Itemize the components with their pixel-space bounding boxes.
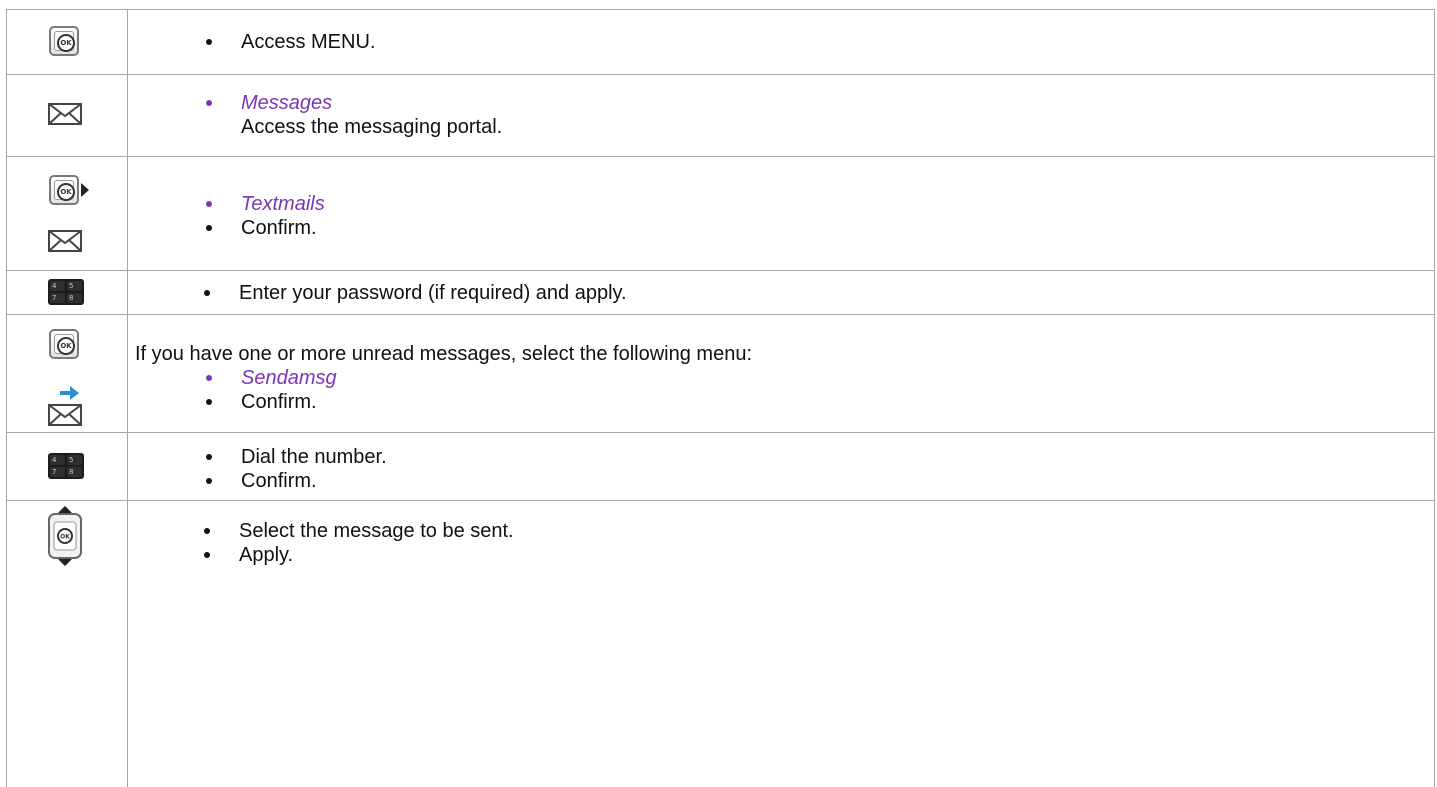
icon-cell: OK	[7, 157, 128, 270]
table-row: OK Access MENU.	[7, 9, 1434, 74]
icon-cell: OK	[7, 315, 128, 432]
bullet	[204, 290, 210, 296]
text-cell: Access MENU.	[128, 10, 1434, 74]
table-row: 4 5 7 8 Dial the number. Confirm.	[7, 432, 1434, 500]
icon-cell: 4 5 7 8	[7, 271, 128, 314]
keypad-digit: 8	[67, 293, 82, 303]
bullet	[206, 454, 212, 460]
arrow-right-icon	[81, 183, 89, 197]
keypad-digit: 4	[50, 455, 65, 465]
step-text: Confirm.	[241, 391, 317, 413]
step-text: Enter your password (if required) and ap…	[239, 282, 627, 304]
menu-item-messages: Messages	[241, 92, 333, 114]
keypad-icon: 4 5 7 8	[48, 279, 84, 305]
step-text: Apply.	[239, 544, 294, 566]
keypad-digit: 8	[67, 467, 82, 477]
bullet	[206, 375, 212, 381]
text-cell: Enter your password (if required) and ap…	[128, 271, 1434, 314]
table-row: 4 5 7 8 Enter your password (if required…	[7, 270, 1434, 314]
table-row: OK Select the message to be sent. Apply.	[7, 500, 1434, 787]
keypad-digit: 5	[67, 281, 82, 291]
keypad-digit: 4	[50, 281, 65, 291]
table-row: OK Textmails Confirm.	[7, 156, 1434, 270]
step-text: Dial the number.	[241, 446, 387, 468]
step-text: Access MENU.	[241, 31, 376, 53]
step-text: Select the message to be sent.	[239, 520, 514, 542]
keypad-digit: 7	[50, 467, 65, 477]
ok-key-icon: OK	[49, 329, 79, 359]
bullet	[206, 399, 212, 405]
bullet	[204, 528, 210, 534]
keypad-digit: 7	[50, 293, 65, 303]
bullet	[204, 552, 210, 558]
ok-key-right-icon: OK	[49, 175, 79, 205]
envelope-icon	[48, 230, 82, 252]
menu-item-sendamsg: Sendamsg	[241, 367, 337, 389]
text-cell: If you have one or more unread messages,…	[128, 315, 1434, 432]
icon-cell: OK	[7, 10, 128, 74]
icon-cell: OK	[7, 501, 128, 787]
bullet	[206, 478, 212, 484]
icon-cell: 4 5 7 8	[7, 433, 128, 500]
menu-item-textmails: Textmails	[241, 193, 325, 215]
keypad-icon: 4 5 7 8	[48, 453, 84, 479]
ok-key-up-down-icon: OK	[48, 506, 82, 566]
envelope-icon	[48, 103, 82, 125]
instruction-table: OK Access MENU. Messages Access the mess…	[6, 9, 1435, 787]
step-text: Access the messaging portal.	[241, 116, 503, 138]
text-cell: Select the message to be sent. Apply.	[128, 501, 1434, 787]
text-cell: Messages Access the messaging portal.	[128, 75, 1434, 156]
icon-cell	[7, 75, 128, 156]
keypad-digit: 5	[67, 455, 82, 465]
svg-text:OK: OK	[60, 534, 70, 541]
bullet	[206, 225, 212, 231]
text-cell: Textmails Confirm.	[128, 157, 1434, 270]
envelope-send-icon	[48, 386, 82, 426]
text-cell: Dial the number. Confirm.	[128, 433, 1434, 500]
table-row: Messages Access the messaging portal.	[7, 74, 1434, 156]
step-text: Confirm.	[241, 217, 317, 239]
bullet	[206, 39, 212, 45]
bullet	[206, 100, 212, 106]
table-row: OK If you have one or more unread messag…	[7, 314, 1434, 432]
bullet	[206, 201, 212, 207]
ok-key-icon: OK	[49, 26, 79, 56]
step-text: If you have one or more unread messages,…	[135, 343, 753, 365]
step-text: Confirm.	[241, 470, 317, 492]
